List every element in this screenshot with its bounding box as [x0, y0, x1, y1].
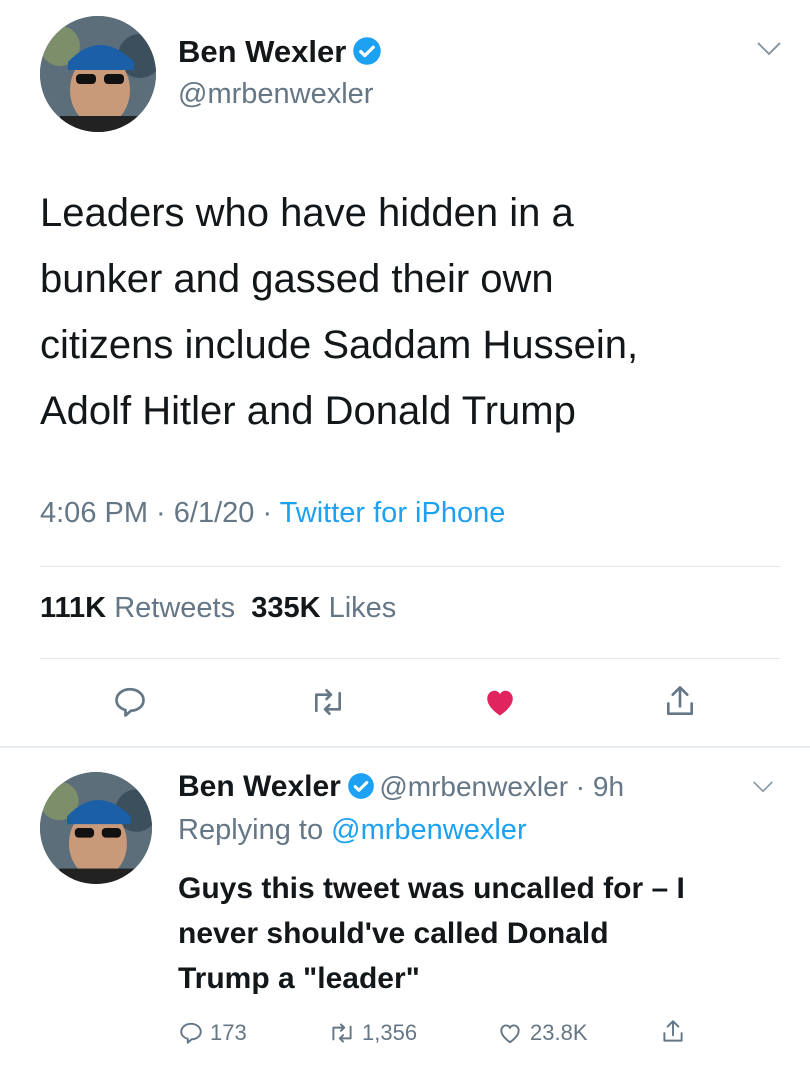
author-handle[interactable]: @mrbenwexler	[178, 78, 373, 111]
retweets-count: 111K	[40, 592, 107, 624]
tweet-source[interactable]: Twitter for iPhone	[280, 497, 506, 529]
author-name[interactable]: Ben Wexler	[178, 34, 346, 69]
likes-count: 335K	[251, 592, 321, 624]
like-count: 23.8K	[530, 1020, 588, 1045]
heart-outline-icon	[500, 1024, 520, 1044]
likes-label: Likes	[328, 592, 397, 624]
tweet-meta: 4:06 PM · 6/1/20 · Twitter for iPhone	[40, 497, 506, 529]
heart-icon	[487, 690, 513, 716]
tweet-text-line: citizens include Saddam Hussein,	[40, 323, 639, 367]
reply-icon	[180, 1022, 202, 1044]
reply-header: Ben Wexler @mrbenwexler · 9h	[178, 770, 625, 803]
retweet-icon	[332, 1023, 352, 1043]
reply-text-line: Guys this tweet was uncalled for – I	[178, 872, 685, 905]
share-button[interactable]	[660, 682, 700, 722]
retweet-icon	[314, 688, 342, 716]
reply-tweet-text: Guys this tweet was uncalled for – I nev…	[178, 866, 798, 1001]
replying-label: Replying to	[178, 814, 324, 846]
tweet-date[interactable]: 6/1/20	[174, 497, 255, 529]
reply-reply-button[interactable]: 173	[178, 1020, 247, 1046]
avatar[interactable]	[40, 16, 156, 132]
likes-stat[interactable]: 335K Likes	[251, 592, 396, 624]
divider	[0, 746, 810, 748]
tweet-stats: 111K Retweets 335K Likes	[40, 592, 396, 625]
reply-author-name[interactable]: Ben Wexler	[178, 770, 341, 803]
share-icon	[666, 686, 694, 716]
tweet-text-line: Leaders who have hidden in a	[40, 191, 574, 235]
reply-author-handle[interactable]: @mrbenwexler	[379, 771, 568, 802]
divider	[40, 658, 780, 659]
reply-text-line: never should've called Donald	[178, 917, 609, 950]
avatar-photo	[40, 772, 152, 884]
reply-count: 173	[210, 1020, 247, 1045]
replying-handle-link[interactable]: @mrbenwexler	[331, 814, 526, 846]
share-icon	[663, 1020, 683, 1042]
reply-share-button[interactable]	[660, 1018, 692, 1046]
reply-retweet-button[interactable]: 1,356	[328, 1020, 417, 1046]
retweet-button[interactable]	[308, 682, 348, 722]
chevron-down-icon[interactable]	[752, 780, 774, 799]
tweet-text-line: Adolf Hitler and Donald Trump	[40, 389, 576, 433]
tweet-time[interactable]: 4:06 PM	[40, 497, 148, 529]
retweet-count: 1,356	[362, 1020, 418, 1045]
retweets-label: Retweets	[114, 592, 236, 624]
replying-to: Replying to @mrbenwexler	[178, 814, 527, 847]
reply-button[interactable]	[110, 682, 150, 722]
verified-badge-icon	[348, 773, 374, 799]
reply-text-line: Trump a "leader"	[178, 962, 420, 995]
chevron-down-icon[interactable]	[756, 36, 782, 64]
reply-like-button[interactable]: 23.8K	[496, 1020, 588, 1046]
like-button[interactable]	[480, 682, 520, 722]
reply-icon	[115, 687, 145, 717]
retweets-stat[interactable]: 111K Retweets	[40, 592, 235, 624]
divider	[40, 566, 780, 567]
reply-time[interactable]: 9h	[593, 771, 624, 802]
avatar-photo	[40, 16, 156, 132]
tweet-text-line: bunker and gassed their own	[40, 257, 554, 301]
reply-avatar[interactable]	[40, 772, 152, 884]
tweet-text: Leaders who have hidden in a bunker and …	[40, 180, 790, 444]
verified-badge-icon	[353, 37, 382, 65]
